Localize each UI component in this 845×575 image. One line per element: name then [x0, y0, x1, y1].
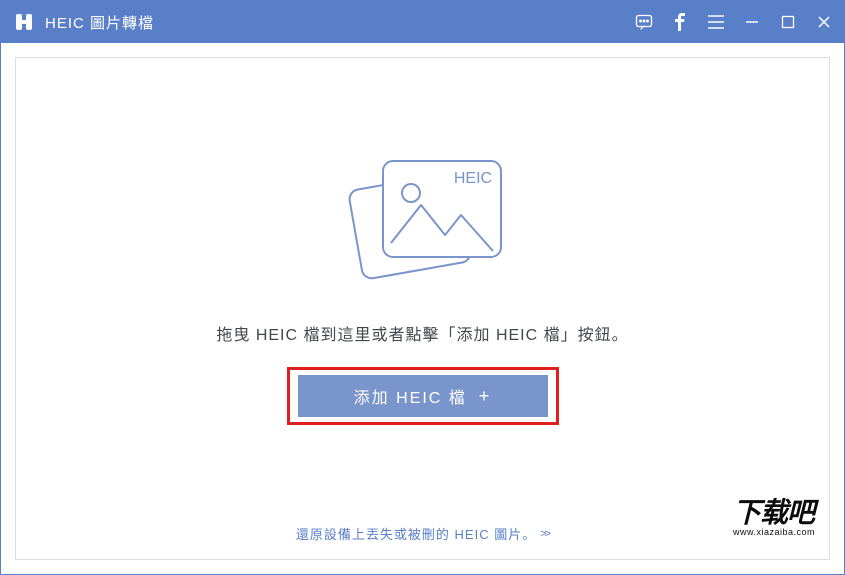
recover-link-text: 還原設備上丟失或被刪的 HEIC 圖片。 [296, 524, 536, 543]
heic-illustration: HEIC [333, 143, 513, 303]
highlight-box: 添加 HEIC 檔 + [287, 367, 559, 425]
close-icon[interactable] [814, 12, 834, 32]
heic-badge-text: HEIC [453, 170, 491, 187]
feedback-icon[interactable] [634, 12, 654, 32]
watermark-url: www.xiazaiba.com [733, 527, 815, 537]
facebook-icon[interactable] [670, 12, 690, 32]
app-logo-icon [13, 11, 35, 33]
watermark: 下载吧 www.xiazaiba.com [733, 491, 815, 537]
chevron-right-icon: >> [540, 528, 549, 540]
menu-icon[interactable] [706, 12, 726, 32]
add-button-label: 添加 HEIC 檔 [354, 384, 467, 408]
app-title: HEIC 圖片轉檔 [45, 12, 634, 33]
plus-icon: + [479, 386, 492, 407]
minimize-icon[interactable] [742, 12, 762, 32]
drop-panel[interactable]: HEIC 拖曳 HEIC 檔到這里或者點擊「添加 HEIC 檔」按鈕。 添加 H… [15, 57, 830, 560]
titlebar-actions [634, 12, 834, 32]
add-heic-button[interactable]: 添加 HEIC 檔 + [298, 375, 548, 417]
app-window: HEIC 圖片轉檔 [0, 0, 845, 575]
titlebar: HEIC 圖片轉檔 [1, 1, 844, 43]
maximize-icon[interactable] [778, 12, 798, 32]
content-area: HEIC 拖曳 HEIC 檔到這里或者點擊「添加 HEIC 檔」按鈕。 添加 H… [1, 43, 844, 574]
watermark-title: 下载吧 [733, 491, 815, 531]
recover-link[interactable]: 還原設備上丟失或被刪的 HEIC 圖片。 >> [296, 524, 549, 543]
instruction-text: 拖曳 HEIC 檔到這里或者點擊「添加 HEIC 檔」按鈕。 [216, 321, 628, 345]
